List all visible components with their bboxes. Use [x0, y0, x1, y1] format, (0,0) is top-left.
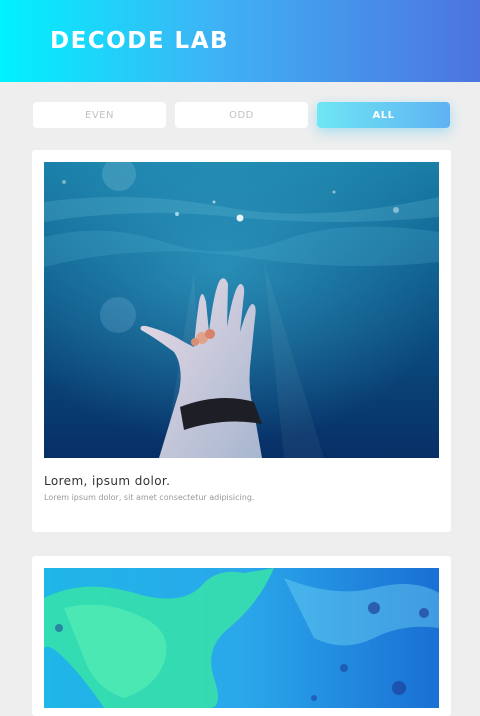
brand-title: DECODE LAB: [50, 28, 230, 54]
filter-all-button[interactable]: ALL: [317, 102, 450, 128]
card-title: Lorem, ipsum dolor.: [44, 474, 171, 488]
gallery-card[interactable]: Lorem, ipsum dolor. Lorem ipsum dolor, s…: [32, 150, 451, 532]
abstract-fluid-paint-photo: [44, 568, 439, 708]
app-header: DECODE LAB: [0, 0, 480, 82]
filter-bar: EVEN ODD ALL: [33, 102, 450, 128]
card-description: Lorem ipsum dolor, sit amet consectetur …: [44, 493, 255, 502]
filter-even-button[interactable]: EVEN: [33, 102, 166, 128]
underwater-hand-photo: [44, 162, 439, 458]
gallery-card[interactable]: [32, 556, 451, 716]
filter-odd-button[interactable]: ODD: [175, 102, 308, 128]
